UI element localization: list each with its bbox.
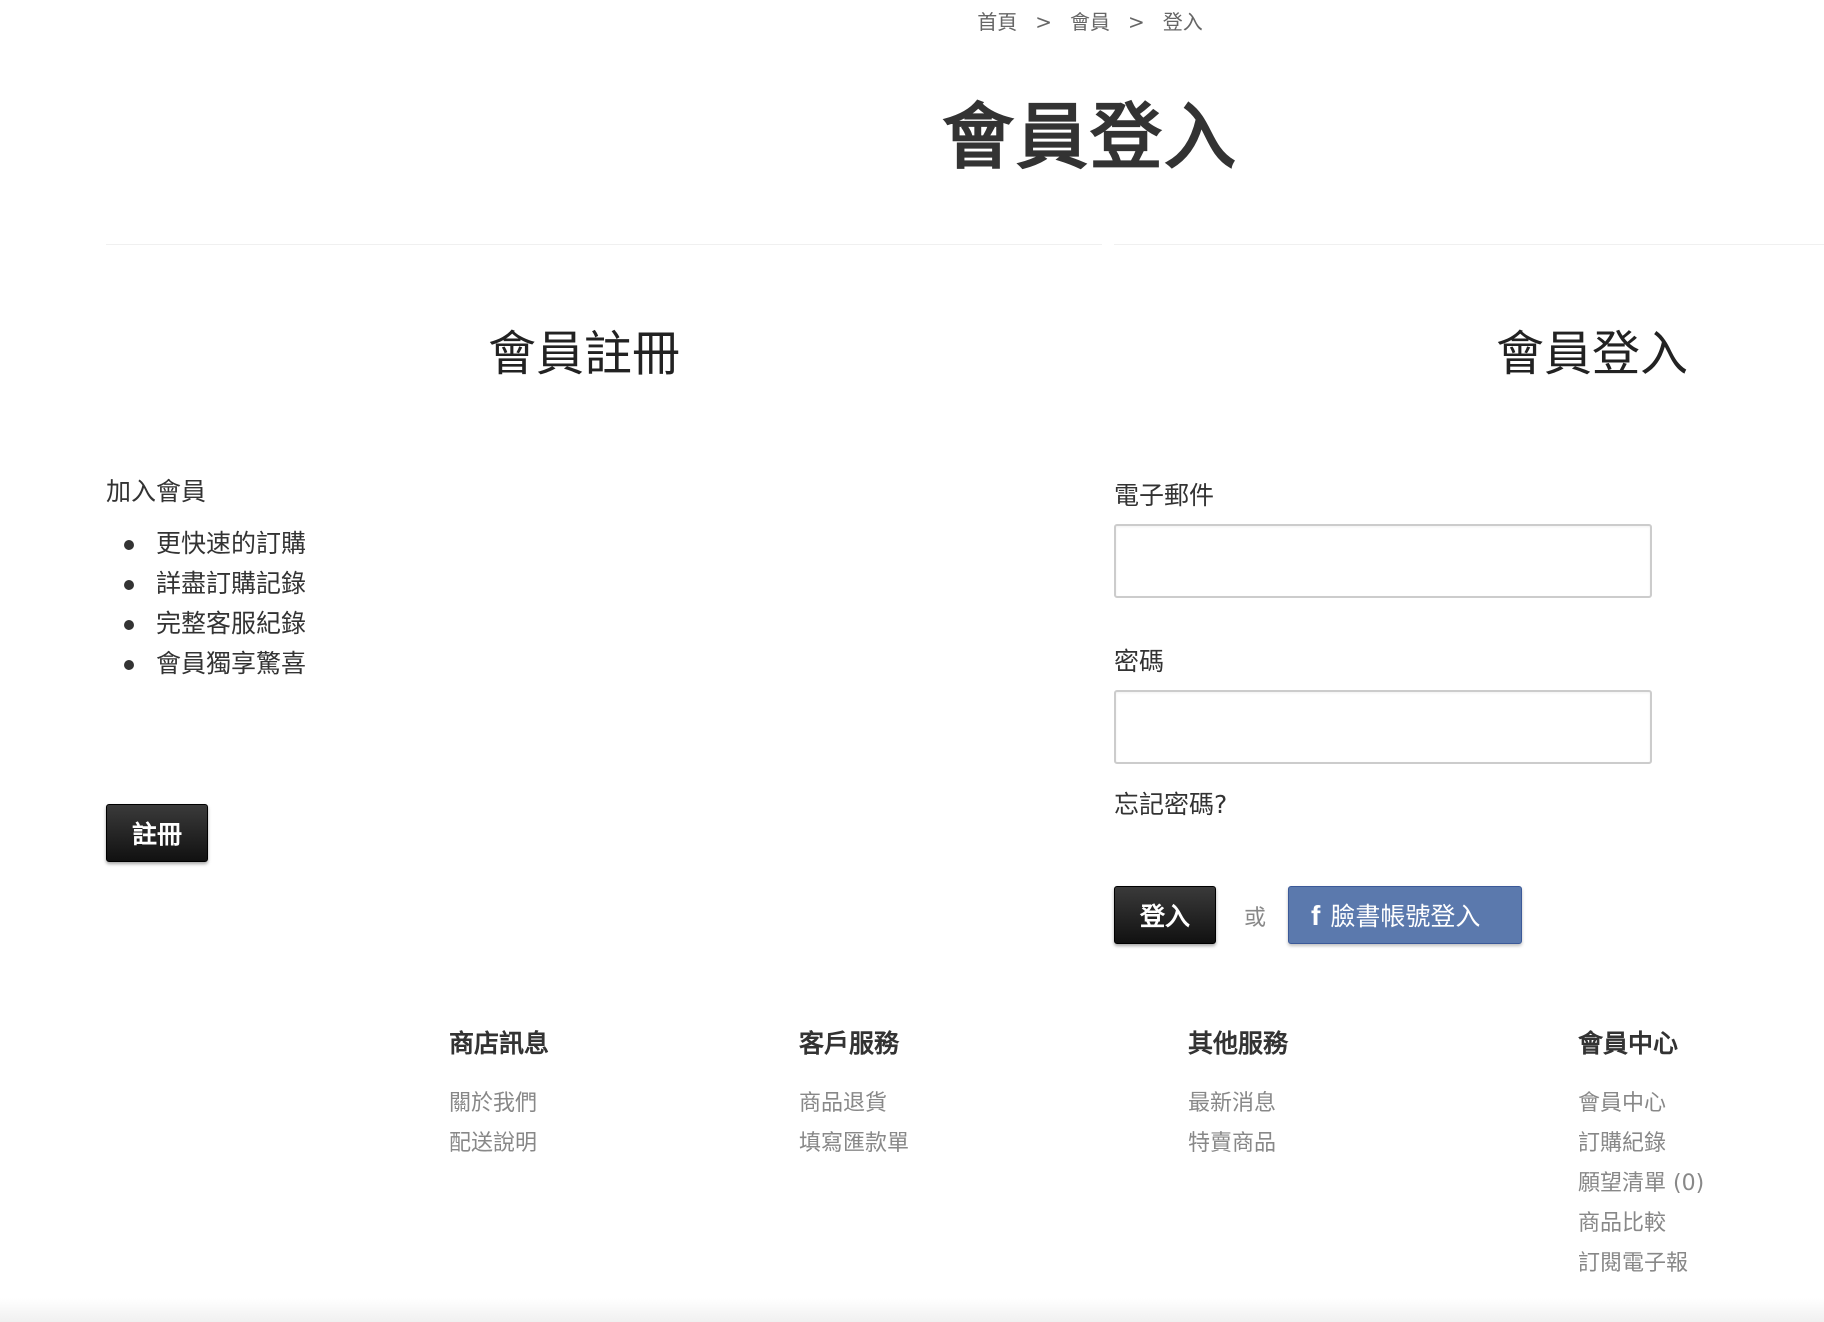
bullet-icon	[124, 540, 134, 550]
footer-link[interactable]: 關於我們	[449, 1084, 549, 1124]
footer-heading: 會員中心	[1578, 1029, 1679, 1058]
footer-link[interactable]: 會員中心	[1578, 1084, 1704, 1124]
register-button[interactable]: 註冊	[106, 804, 208, 862]
list-item: 完整客服紀錄	[106, 604, 306, 644]
facebook-icon: f	[1311, 900, 1321, 931]
breadcrumb: 首頁 > 會員 > 登入	[0, 6, 1824, 35]
divider-left	[106, 244, 1102, 245]
footer-heading: 商店訊息	[449, 1029, 550, 1058]
footer-link[interactable]: 配送說明	[449, 1124, 549, 1164]
register-title: 會員註冊	[487, 326, 680, 382]
breadcrumb-current: 登入	[1162, 10, 1203, 34]
login-button[interactable]: 登入	[1114, 886, 1216, 944]
bullet-icon	[124, 660, 134, 670]
breadcrumb-member[interactable]: 會員	[1070, 10, 1110, 34]
email-field[interactable]	[1114, 524, 1652, 598]
footer-link[interactable]: 最新消息	[1188, 1084, 1288, 1124]
login-title: 會員登入	[1495, 326, 1688, 382]
password-label: 密碼	[1114, 647, 1165, 676]
footer-column-member-center: 會員中心 會員中心 訂購紀錄 願望清單 (0) 商品比較 訂閱電子報	[1578, 1024, 1704, 1284]
footer-link[interactable]: 訂購紀錄	[1578, 1124, 1704, 1164]
list-item: 詳盡訂購記錄	[106, 564, 306, 604]
divider-right	[1114, 244, 1824, 245]
page-title: 會員登入	[941, 95, 1238, 179]
footer-link[interactable]: 特賣商品	[1188, 1124, 1288, 1164]
breadcrumb-separator: >	[1128, 10, 1145, 34]
or-text: 或	[1244, 906, 1267, 931]
footer-link[interactable]: 填寫匯款單	[799, 1124, 909, 1164]
bullet-icon	[124, 580, 134, 590]
footer-link[interactable]: 商品比較	[1578, 1204, 1704, 1244]
benefits-list: 更快速的訂購 詳盡訂購記錄 完整客服紀錄 會員獨享驚喜	[106, 524, 306, 684]
breadcrumb-separator: >	[1035, 10, 1052, 34]
forgot-password-link[interactable]: 忘記密碼?	[1114, 785, 1227, 821]
breadcrumb-home[interactable]: 首頁	[977, 10, 1017, 34]
footer-link[interactable]: 商品退貨	[799, 1084, 909, 1124]
footer-link[interactable]: 訂閱電子報	[1578, 1244, 1704, 1284]
facebook-login-button[interactable]: f 臉書帳號登入	[1288, 886, 1522, 944]
list-item: 會員獨享驚喜	[106, 644, 306, 684]
footer-column-customer-service: 客戶服務 商品退貨 填寫匯款單	[799, 1024, 909, 1164]
facebook-login-label: 臉書帳號登入	[1330, 902, 1481, 931]
list-item: 更快速的訂購	[106, 524, 306, 564]
password-field[interactable]	[1114, 690, 1652, 764]
footer-column-other-services: 其他服務 最新消息 特賣商品	[1188, 1024, 1288, 1164]
footer-column-store-info: 商店訊息 關於我們 配送說明	[449, 1024, 549, 1164]
footer-link[interactable]: 願望清單 (0)	[1578, 1164, 1704, 1204]
page-bottom-bar	[0, 1298, 1824, 1322]
email-label: 電子郵件	[1114, 481, 1215, 510]
bullet-icon	[124, 620, 134, 630]
join-title: 加入會員	[106, 477, 207, 506]
footer-heading: 客戶服務	[799, 1029, 900, 1058]
footer-heading: 其他服務	[1188, 1029, 1289, 1058]
